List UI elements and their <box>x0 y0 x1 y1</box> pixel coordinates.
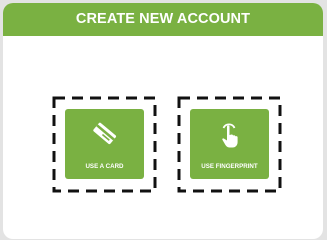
use-fingerprint-label: USE FINGERPRINT <box>201 163 258 170</box>
create-account-panel: CREATE NEW ACCOUNT USE A CARD USE FINGER… <box>3 3 323 239</box>
panel-header: CREATE NEW ACCOUNT <box>3 3 323 36</box>
fingerprint-option-drop-zone: USE FINGERPRINT <box>177 96 282 193</box>
use-fingerprint-button[interactable]: USE FINGERPRINT <box>190 109 269 179</box>
page-title: CREATE NEW ACCOUNT <box>75 11 251 28</box>
card-icon <box>92 122 116 145</box>
use-card-button[interactable]: USE A CARD <box>65 109 144 179</box>
card-option-drop-zone: USE A CARD <box>52 96 157 193</box>
fingerprint-touch-icon <box>221 123 238 148</box>
use-card-label: USE A CARD <box>85 163 124 170</box>
